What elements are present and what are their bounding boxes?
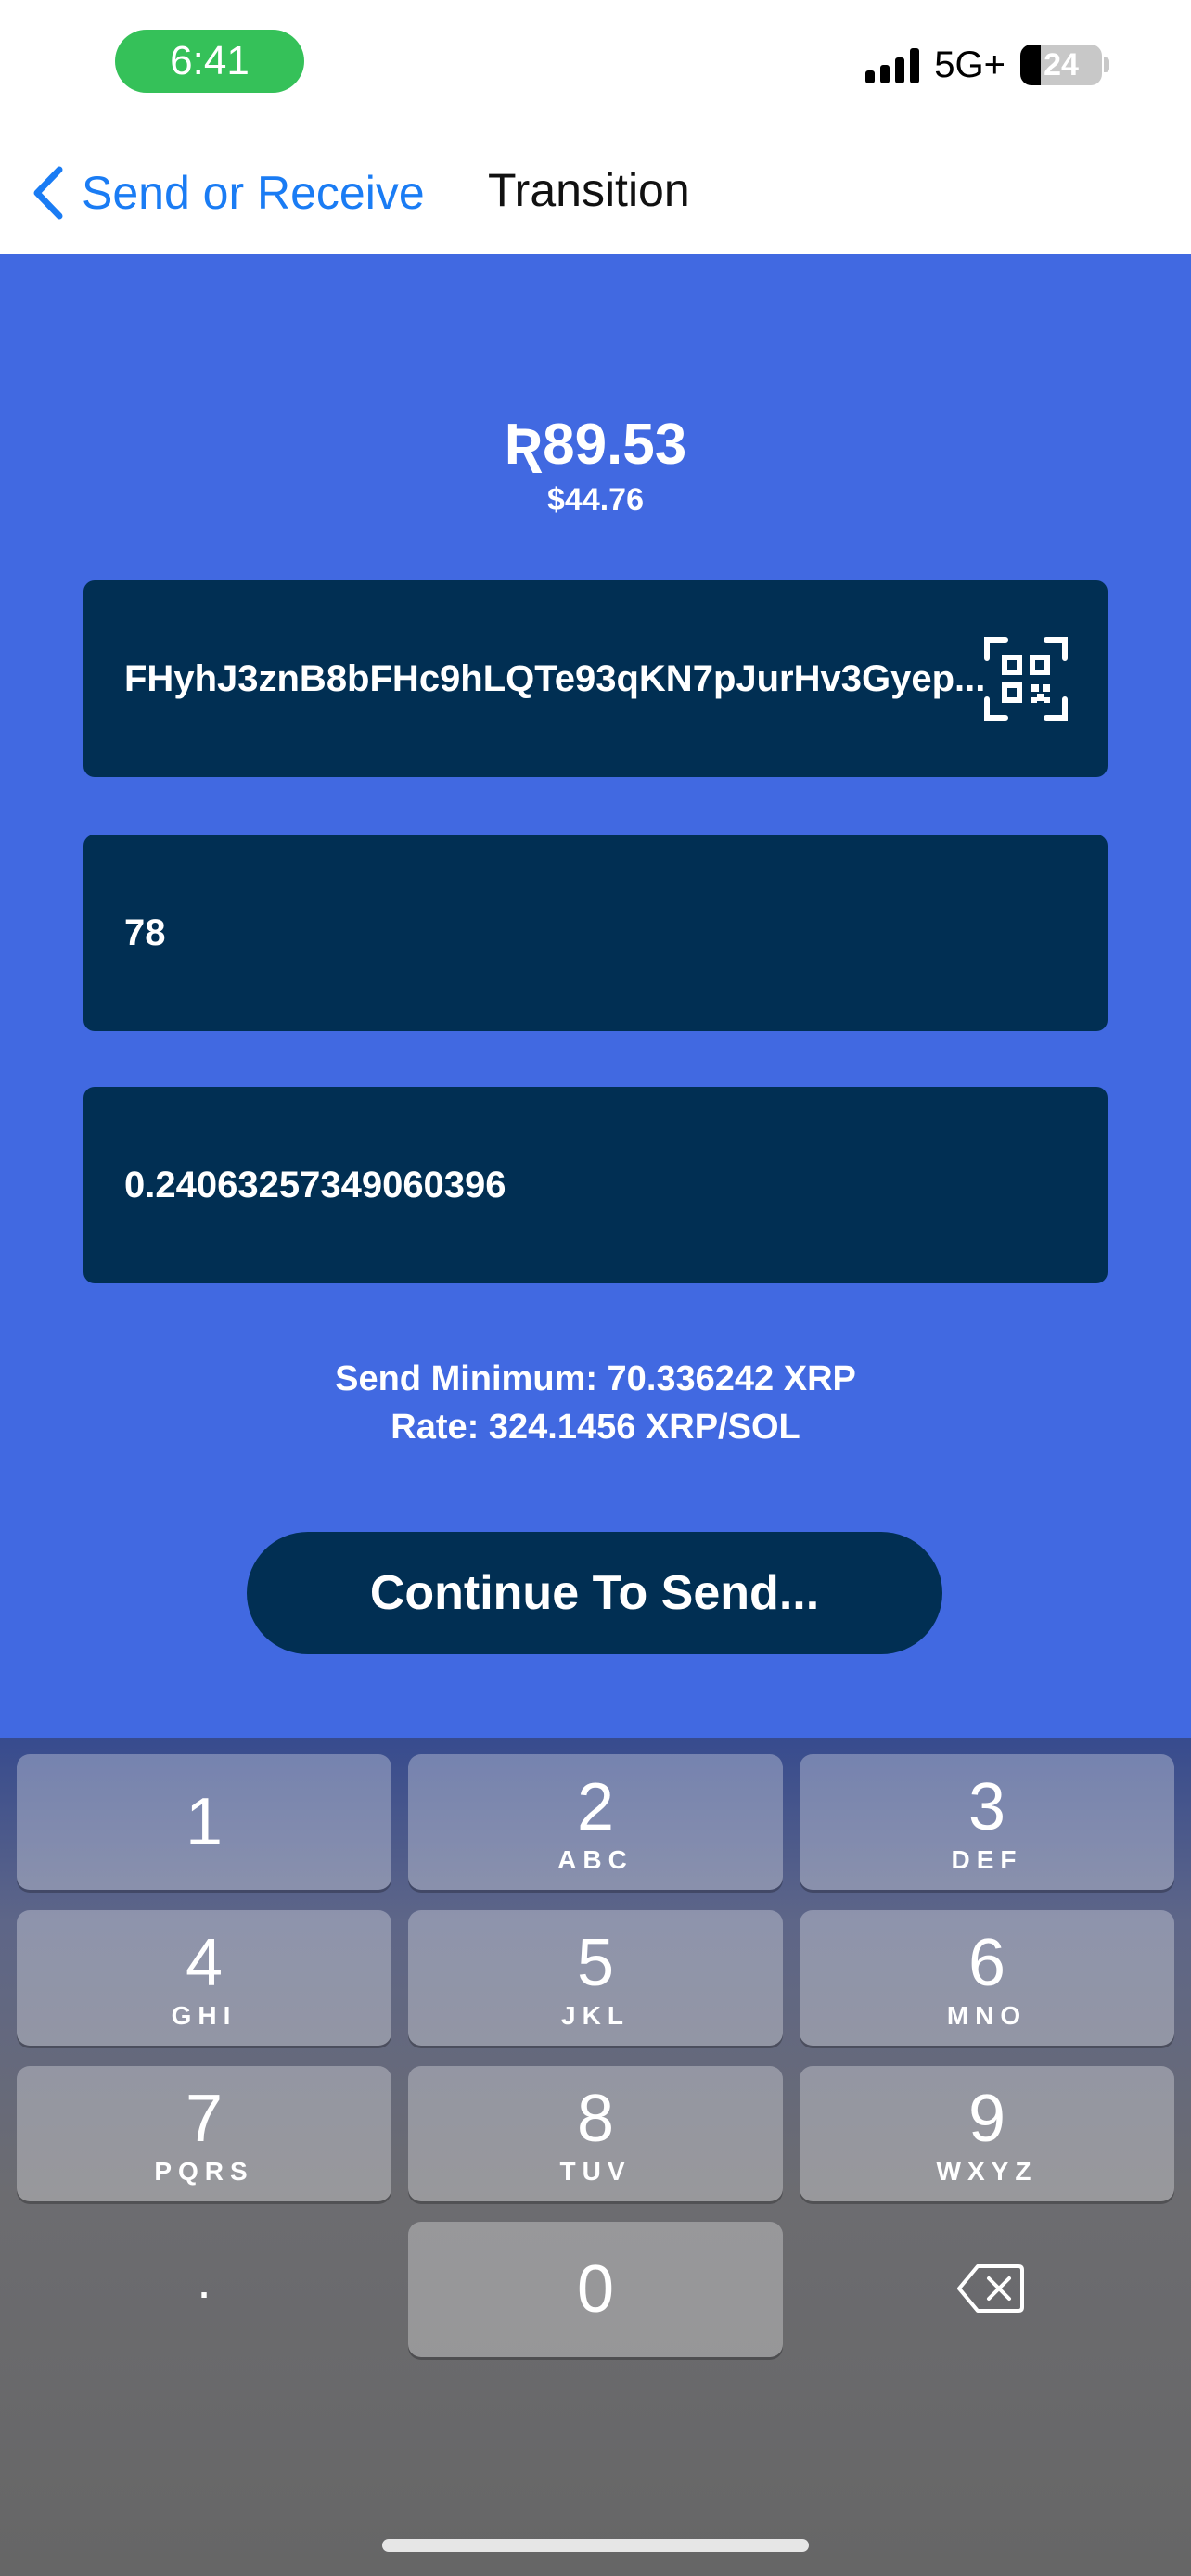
cellular-signal-icon: [865, 46, 920, 83]
key-6[interactable]: 6 MNO: [800, 1910, 1174, 2046]
send-minimum-text: Send Minimum: 70.336242 XRP: [335, 1359, 856, 1398]
back-label: Send or Receive: [82, 167, 425, 219]
status-time: 6:41: [115, 30, 304, 93]
key-3[interactable]: 3 DEF: [800, 1754, 1174, 1890]
status-indicators: 5G+ 24: [865, 39, 1109, 91]
key-delete[interactable]: [800, 2222, 1174, 2357]
amount-input[interactable]: 78: [83, 835, 1108, 1031]
key-1[interactable]: 1: [17, 1754, 391, 1890]
amount-input-value: 78: [124, 912, 166, 953]
key-0[interactable]: 0: [408, 2222, 783, 2357]
converted-amount-field[interactable]: 0.24063257349060396: [83, 1087, 1108, 1283]
key-decimal[interactable]: .: [17, 2222, 391, 2357]
converted-amount-value: 0.24063257349060396: [124, 1165, 506, 1205]
chevron-left-icon: [33, 166, 63, 220]
back-button[interactable]: Send or Receive: [30, 158, 425, 228]
qr-code-scan-icon[interactable]: [983, 636, 1069, 721]
exchange-rate-text: Rate: 324.1456 XRP/SOL: [391, 1408, 800, 1447]
delete-backspace-icon: [957, 2264, 1024, 2313]
key-2[interactable]: 2 ABC: [408, 1754, 783, 1890]
key-9[interactable]: 9 WXYZ: [800, 2066, 1174, 2201]
amount-secondary: $44.76: [547, 482, 644, 517]
key-4[interactable]: 4 GHI: [17, 1910, 391, 2046]
key-8[interactable]: 8 TUV: [408, 2066, 783, 2201]
battery-level: 24: [1044, 47, 1079, 83]
battery-icon: 24: [1020, 45, 1109, 85]
address-value: FHyhJ3znB8bFHc9hLQTe93qKN7pJurHv3Gyep...: [124, 658, 986, 699]
home-indicator[interactable]: [382, 2539, 809, 2552]
network-type: 5G+: [934, 44, 1005, 85]
key-5[interactable]: 5 JKL: [408, 1910, 783, 2046]
amount-primary: Ʀ89.53: [504, 413, 687, 477]
page-title: Transition: [488, 164, 690, 216]
numeric-keypad: 1 2 ABC 3 DEF 4 GHI 5 JKL 6 MNO 7 PQRS 8…: [0, 1738, 1191, 2576]
continue-to-send-button[interactable]: Continue To Send...: [247, 1532, 942, 1654]
address-field[interactable]: FHyhJ3znB8bFHc9hLQTe93qKN7pJurHv3Gyep...: [83, 580, 1108, 777]
top-bar: 6:41 5G+ 24 Send or Receive Transition: [0, 0, 1191, 254]
key-7[interactable]: 7 PQRS: [17, 2066, 391, 2201]
